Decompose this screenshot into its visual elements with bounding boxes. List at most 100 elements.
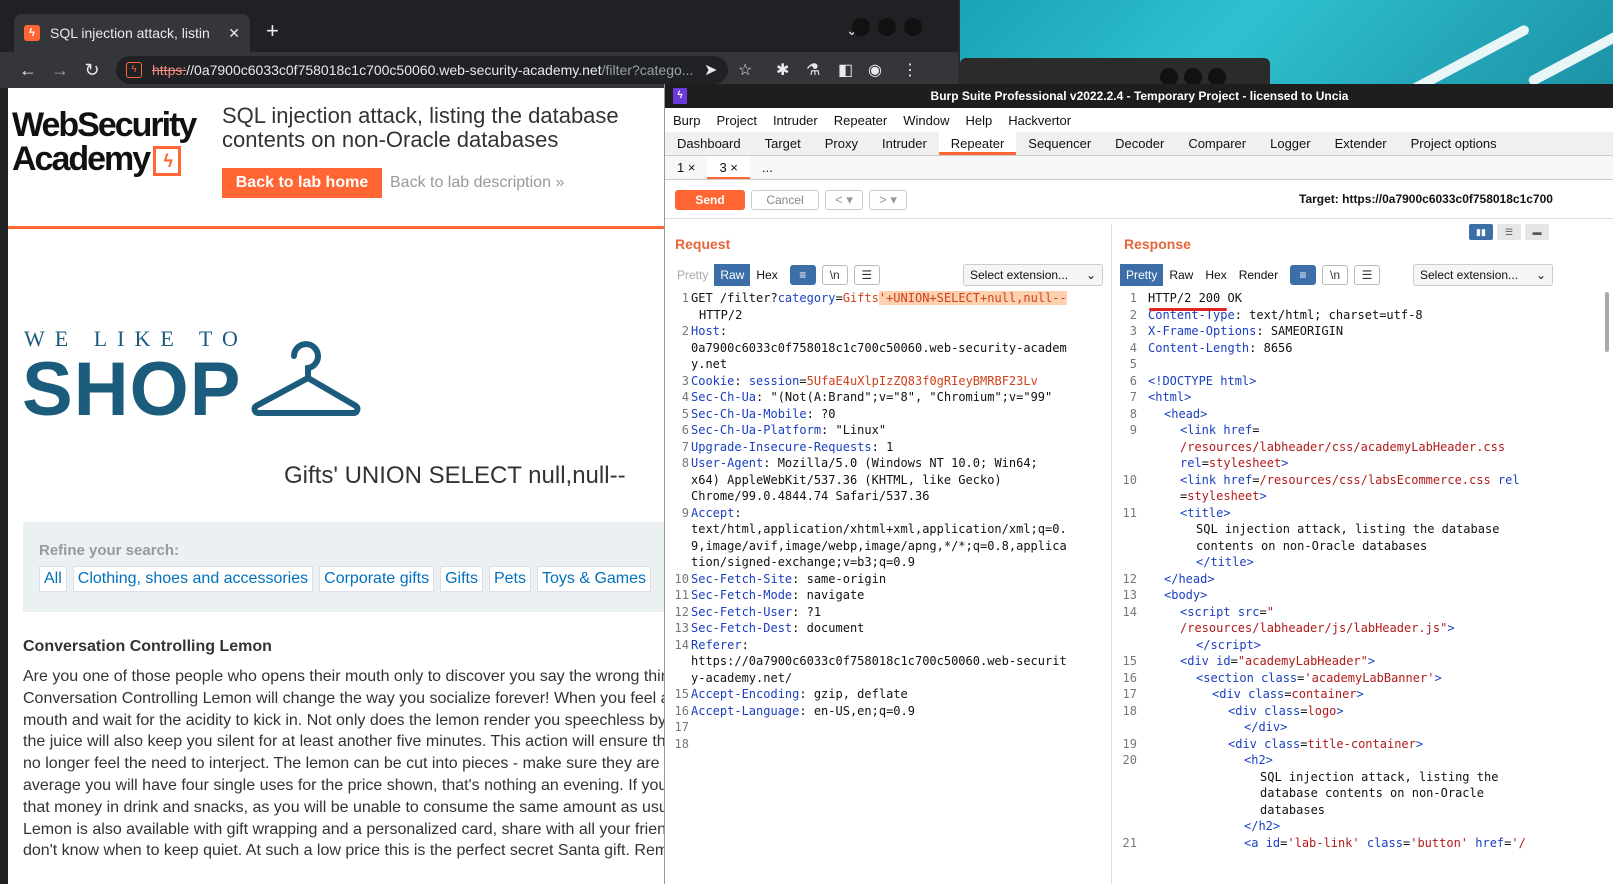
request-extension-select[interactable]: Select extension... ⌄	[963, 264, 1103, 286]
menu-intruder[interactable]: Intruder	[765, 110, 826, 132]
resp-tab-pretty[interactable]: Pretty	[1120, 264, 1164, 286]
send-tab-icon[interactable]: ➤	[704, 52, 717, 88]
wrap-lines-icon[interactable]: ≡	[1290, 265, 1317, 285]
target-label[interactable]: Target: https://0a7900c6033c0f758018c1c7…	[1299, 192, 1553, 206]
logo-text-line2: Academy ϟ	[12, 142, 212, 177]
tab-logger[interactable]: Logger	[1258, 132, 1322, 155]
show-newlines-button[interactable]: \n	[821, 265, 848, 285]
panel-splitter[interactable]	[1111, 224, 1112, 884]
menu-repeater[interactable]: Repeater	[826, 110, 895, 132]
academy-logo[interactable]: WebSecurity Academy ϟ	[12, 106, 212, 177]
req-tab-pretty[interactable]: Pretty	[671, 264, 714, 286]
burp-window: ϟ Burp Suite Professional v2022.2.4 - Te…	[664, 84, 1613, 884]
close-window-icon[interactable]	[904, 18, 922, 36]
response-editor[interactable]: 1 HTTP/2 200 OK 2 Content-Type: text/html;…	[1117, 290, 1603, 880]
logo-text-line1: WebSecurity	[12, 106, 197, 144]
tab-intruder[interactable]: Intruder	[870, 132, 939, 155]
extensions-icon[interactable]: ✱	[776, 52, 789, 88]
reload-icon[interactable]: ↻	[76, 60, 108, 81]
response-scrollbar[interactable]	[1605, 292, 1609, 352]
product-title: Conversation Controlling Lemon	[23, 638, 272, 655]
filter-clothing[interactable]: Clothing, shoes and accessories	[72, 566, 314, 592]
tab-dashboard[interactable]: Dashboard	[665, 132, 753, 155]
req-tab-raw[interactable]: Raw	[714, 264, 751, 286]
minimize-icon[interactable]	[852, 18, 870, 36]
browser-tab[interactable]: ϟ SQL injection attack, listin ✕	[14, 14, 250, 52]
menu-help[interactable]: Help	[957, 110, 1000, 132]
forward-arrow-icon[interactable]: →	[44, 60, 76, 81]
repeater-tab-3[interactable]: 3 ×	[707, 156, 750, 179]
menu-hackvertor[interactable]: Hackvertor	[1000, 110, 1079, 132]
divider	[665, 218, 1613, 219]
wrap-lines-icon[interactable]: ≡	[789, 265, 816, 285]
shop-heading: SHOP	[22, 347, 242, 432]
annotation-underline	[1149, 308, 1227, 311]
not-secure-icon[interactable]: ϟ	[126, 62, 142, 78]
profile-avatar-icon[interactable]: ◉	[868, 52, 882, 88]
history-forward-button[interactable]: > ▾	[869, 190, 907, 210]
refine-search-box: Refine your search: All Clothing, shoes …	[23, 522, 683, 612]
stack-view-icon[interactable]: ☰	[1497, 224, 1521, 240]
tab-title: SQL injection attack, listin	[50, 25, 210, 41]
back-arrow-icon[interactable]: ←	[12, 60, 44, 81]
req-tab-hex[interactable]: Hex	[750, 264, 783, 286]
tab-target[interactable]: Target	[753, 132, 813, 155]
back-to-lab-description-link[interactable]: Back to lab description »	[390, 174, 564, 192]
tab-proxy[interactable]: Proxy	[813, 132, 870, 155]
tab-close-icon[interactable]: ✕	[228, 25, 240, 42]
request-editor[interactable]: 1 GET /filter?category=Gifts'+UNION+SELEC…	[669, 290, 1105, 880]
tab-strip: ϟ SQL injection attack, listin ✕ + ⌄	[0, 0, 958, 52]
tab-comparer[interactable]: Comparer	[1176, 132, 1258, 155]
menu-kebab-icon[interactable]: ⋮	[902, 52, 918, 88]
repeater-tab-1[interactable]: 1 ×	[665, 156, 707, 179]
browser-toolbar: ← → ↻ ϟ https: //0a7900c6033c0f758018c1c…	[0, 52, 958, 88]
back-to-lab-home-button[interactable]: Back to lab home	[222, 168, 382, 198]
filter-gifts[interactable]: Gifts	[440, 566, 483, 592]
category-filters: All Clothing, shoes and accessories Corp…	[39, 566, 652, 592]
desc-line: no longer feel the need to interject. Th…	[23, 755, 677, 773]
send-button[interactable]: Send	[675, 190, 745, 210]
show-newlines-button[interactable]: \n	[1322, 265, 1349, 285]
split-view-icon[interactable]: ▮▮	[1469, 224, 1493, 240]
desc-line: Lemon is also available with gift wrappi…	[23, 820, 683, 838]
filter-pets[interactable]: Pets	[488, 566, 531, 592]
url-host: //0a7900c6033c0f758018c1c700c50060.web-s…	[186, 62, 602, 78]
resp-tab-hex[interactable]: Hex	[1199, 264, 1232, 286]
bookmark-star-icon[interactable]: ☆	[738, 52, 752, 88]
lab-title: SQL injection attack, listing the databa…	[222, 103, 619, 152]
address-bar[interactable]: ϟ https: //0a7900c6033c0f758018c1c700c50…	[116, 56, 728, 84]
tab-decoder[interactable]: Decoder	[1103, 132, 1176, 155]
tab-project-options[interactable]: Project options	[1399, 132, 1509, 155]
tab-extender[interactable]: Extender	[1323, 132, 1399, 155]
refine-label: Refine your search:	[39, 542, 180, 559]
desc-line: Are you one of those people who opens th…	[23, 668, 679, 685]
history-back-button[interactable]: < ▾	[825, 190, 863, 210]
filter-all[interactable]: All	[39, 566, 67, 592]
filter-toys-games[interactable]: Toys & Games	[536, 566, 652, 592]
new-tab-icon[interactable]: +	[266, 18, 279, 44]
filter-corporate-gifts[interactable]: Corporate gifts	[319, 566, 435, 592]
menu-window[interactable]: Window	[895, 110, 957, 132]
response-title: Response	[1124, 236, 1191, 252]
maximize-icon[interactable]	[878, 18, 896, 36]
side-panel-icon[interactable]: ◧	[838, 52, 853, 88]
url-protocol: https:	[152, 62, 187, 78]
repeater-tab-new[interactable]: ...	[750, 156, 785, 179]
cancel-button[interactable]: Cancel	[751, 190, 819, 210]
options-menu-icon[interactable]: ☰	[853, 265, 880, 285]
tab-sequencer[interactable]: Sequencer	[1016, 132, 1103, 155]
tab-view-icon[interactable]: ▬	[1525, 224, 1549, 240]
product-description: Are you one of those people who opens th…	[23, 666, 683, 862]
chevron-down-icon: ⌄	[1085, 268, 1096, 282]
options-menu-icon[interactable]: ☰	[1354, 265, 1381, 285]
menu-burp[interactable]: Burp	[665, 110, 708, 132]
response-view-tabs: Pretty Raw Hex Render ≡ \n ☰	[1120, 264, 1381, 286]
resp-tab-render[interactable]: Render	[1233, 264, 1284, 286]
burp-titlebar: ϟ Burp Suite Professional v2022.2.4 - Te…	[665, 84, 1613, 108]
logo-bolt-icon: ϟ	[153, 146, 182, 177]
menu-project[interactable]: Project	[708, 110, 764, 132]
resp-tab-raw[interactable]: Raw	[1163, 264, 1199, 286]
response-extension-select[interactable]: Select extension... ⌄	[1413, 264, 1553, 286]
lab-flask-icon[interactable]: ⚗	[806, 52, 820, 88]
tab-repeater[interactable]: Repeater	[938, 132, 1017, 155]
